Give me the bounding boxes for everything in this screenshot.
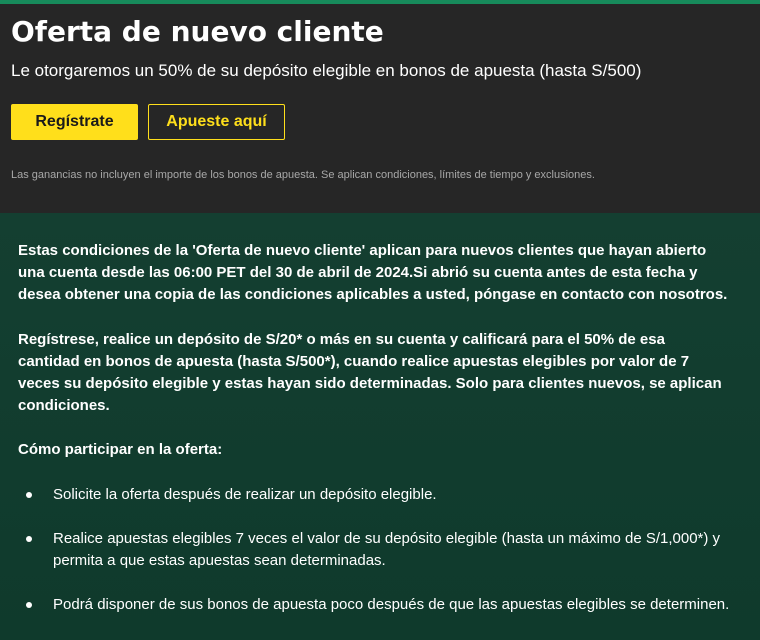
- list-item: Podrá disponer de sus bonos de apuesta p…: [18, 594, 730, 616]
- terms-paragraph-1: Estas condiciones de la 'Oferta de nuevo…: [18, 242, 728, 303]
- bet-here-button[interactable]: Apueste aquí: [148, 104, 285, 140]
- page-title: Oferta de nuevo cliente: [11, 15, 384, 48]
- steps-list: Solicite la oferta después de realizar u…: [18, 484, 730, 616]
- offer-subtitle: Le otorgaremos un 50% de su depósito ele…: [11, 61, 642, 80]
- step-text: Solicite la oferta después de realizar u…: [53, 486, 437, 503]
- how-to-participate-title: Cómo participar en la oferta:: [18, 441, 223, 458]
- bullet-icon: [26, 536, 32, 542]
- step-text: Realice apuestas elegibles 7 veces el va…: [53, 530, 721, 569]
- step-text: Podrá disponer de sus bonos de apuesta p…: [53, 596, 730, 613]
- register-button[interactable]: Regístrate: [11, 104, 138, 140]
- offer-terms: Estas condiciones de la 'Oferta de nuevo…: [0, 213, 760, 640]
- bullet-icon: [26, 602, 32, 608]
- terms-paragraph-2: Regístrese, realice un depósito de S/20*…: [18, 331, 722, 414]
- disclaimer-text: Las ganancias no incluyen el importe de …: [11, 169, 595, 181]
- cta-buttons: Regístrate Apueste aquí: [11, 104, 749, 140]
- bullet-icon: [26, 492, 32, 498]
- list-item: Realice apuestas elegibles 7 veces el va…: [18, 528, 730, 572]
- offer-hero: Oferta de nuevo cliente Le otorgaremos u…: [0, 4, 760, 213]
- list-item: Solicite la oferta después de realizar u…: [18, 484, 730, 506]
